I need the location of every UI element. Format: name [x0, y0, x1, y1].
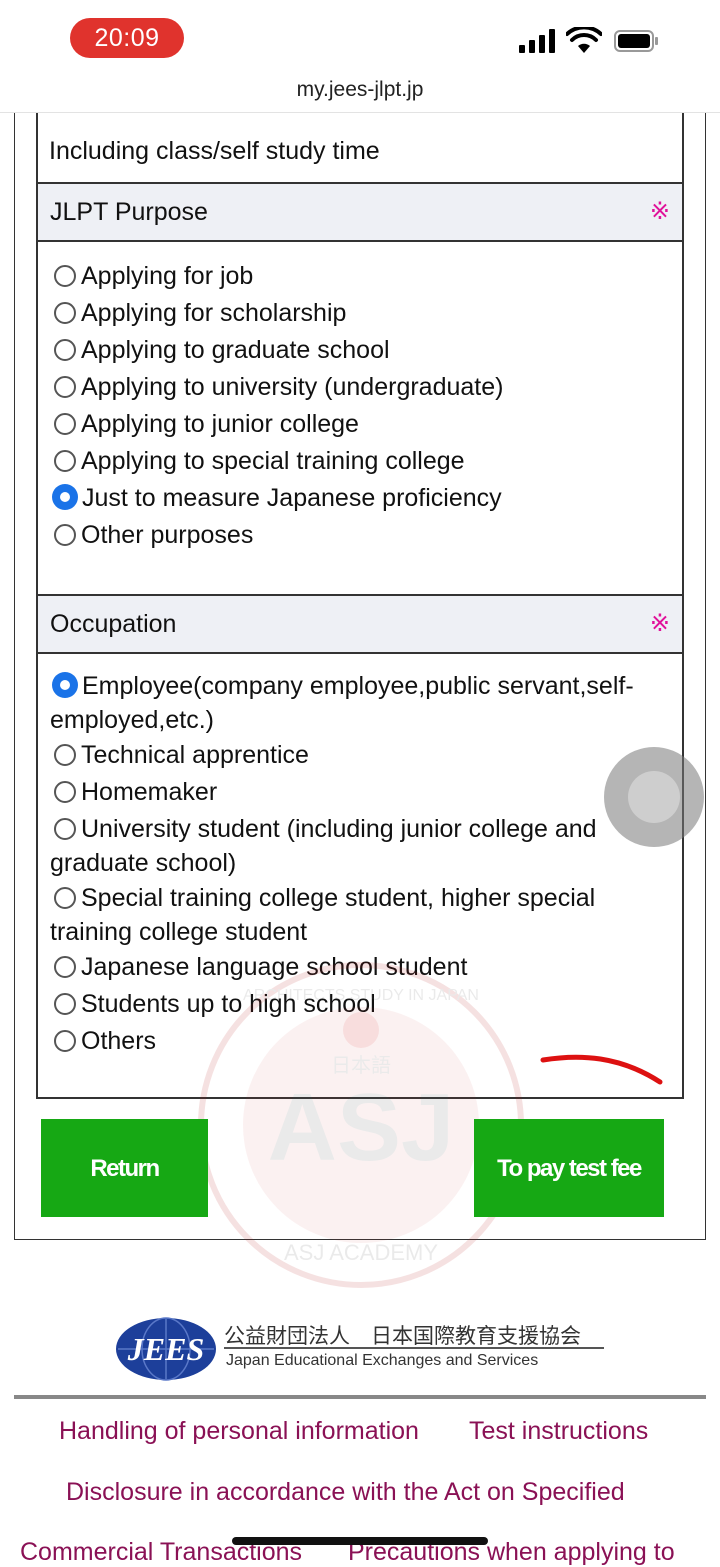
option-label: Special training college student, higher…: [50, 884, 596, 946]
radio-button[interactable]: [54, 1030, 76, 1052]
return-button[interactable]: Return: [41, 1119, 208, 1217]
option-label: Applying to graduate school: [81, 336, 390, 364]
wifi-icon: [566, 27, 602, 53]
purpose-option-measure-proficiency[interactable]: Just to measure Japanese proficiency: [50, 481, 680, 515]
radio-button[interactable]: [54, 887, 76, 909]
radio-button-selected[interactable]: [52, 484, 78, 510]
option-label: Applying to special training college: [81, 447, 465, 475]
required-mark: ※: [649, 610, 670, 637]
occupation-option-homemaker[interactable]: Homemaker: [50, 775, 680, 809]
occupation-option-special-training-student[interactable]: Special training college student, higher…: [50, 881, 680, 949]
jlpt-purpose-heading: JLPT Purpose: [50, 198, 208, 226]
cellular-signal-icon: [519, 29, 557, 53]
radio-button[interactable]: [54, 450, 76, 472]
required-mark: ※: [649, 198, 670, 225]
option-label: Applying to university (undergraduate): [81, 373, 504, 401]
occupation-option-apprentice[interactable]: Technical apprentice: [50, 738, 680, 772]
option-label: Just to measure Japanese proficiency: [82, 484, 502, 512]
purpose-option-university[interactable]: Applying to university (undergraduate): [50, 370, 680, 404]
option-label: Applying for job: [81, 262, 254, 290]
logo-divider: [224, 1347, 604, 1349]
address-bar[interactable]: my.jees-jlpt.jp: [0, 70, 720, 113]
watermark-ring-bottom: ASJ ACADEMY: [284, 1240, 438, 1265]
option-label: Applying to junior college: [81, 410, 359, 438]
status-time[interactable]: 20:09: [70, 18, 184, 58]
occupation-option-university-student[interactable]: University student (including junior col…: [50, 812, 680, 880]
link-personal-information[interactable]: Handling of personal information: [59, 1417, 419, 1446]
battery-icon: [614, 30, 658, 52]
option-label: Applying for scholarship: [81, 299, 347, 327]
purpose-option-graduate[interactable]: Applying to graduate school: [50, 333, 680, 367]
footer-divider: [14, 1395, 706, 1399]
study-time-note: Including class/self study time: [49, 137, 380, 165]
purpose-option-job[interactable]: Applying for job: [50, 259, 680, 293]
occupation-option-employee[interactable]: Employee(company employee,public servant…: [50, 669, 650, 737]
link-disclosure-act[interactable]: Disclosure in accordance with the Act on…: [66, 1478, 625, 1507]
radio-button[interactable]: [54, 376, 76, 398]
home-indicator[interactable]: [232, 1537, 488, 1545]
org-name-english: Japan Educational Exchanges and Services: [226, 1352, 539, 1369]
radio-button[interactable]: [54, 956, 76, 978]
option-label: Students up to high school: [81, 990, 376, 1018]
radio-button[interactable]: [54, 524, 76, 546]
status-bar: 20:09: [0, 0, 720, 70]
radio-button[interactable]: [54, 413, 76, 435]
jees-globe-icon: JEES: [116, 1317, 216, 1381]
pay-test-fee-button[interactable]: To pay test fee: [474, 1119, 664, 1217]
option-label: Technical apprentice: [81, 741, 309, 769]
option-label: Japanese language school student: [81, 953, 468, 981]
radio-button[interactable]: [54, 265, 76, 287]
option-label: University student (including junior col…: [50, 815, 597, 877]
radio-button[interactable]: [54, 339, 76, 361]
purpose-option-other[interactable]: Other purposes: [50, 518, 680, 552]
jees-logo[interactable]: JEES 公益財団法人 日本国際教育支援協会 Japan Educational…: [114, 1316, 606, 1386]
radio-button-selected[interactable]: [52, 672, 78, 698]
assistive-touch-button[interactable]: [604, 747, 704, 847]
purpose-option-junior-college[interactable]: Applying to junior college: [50, 407, 680, 441]
radio-button[interactable]: [54, 781, 76, 803]
radio-button[interactable]: [54, 744, 76, 766]
occupation-option-language-school[interactable]: Japanese language school student: [50, 950, 680, 984]
radio-button[interactable]: [54, 818, 76, 840]
jees-logo-mark: JEES: [127, 1331, 204, 1367]
option-label: Employee(company employee,public servant…: [50, 672, 634, 734]
purpose-option-special-training[interactable]: Applying to special training college: [50, 444, 680, 478]
purpose-option-scholarship[interactable]: Applying for scholarship: [50, 296, 680, 330]
jlpt-purpose-header: JLPT Purpose ※: [36, 182, 684, 242]
occupation-heading: Occupation: [50, 610, 177, 638]
option-label: Homemaker: [81, 778, 218, 806]
red-annotation-stroke: [540, 1054, 663, 1085]
radio-button[interactable]: [54, 993, 76, 1015]
option-label: Other purposes: [81, 521, 254, 549]
occupation-option-high-school[interactable]: Students up to high school: [50, 987, 680, 1021]
occupation-header: Occupation ※: [36, 594, 684, 654]
link-test-instructions[interactable]: Test instructions: [469, 1417, 648, 1446]
option-label: Others: [81, 1027, 157, 1055]
org-name-japanese: 公益財団法人 日本国際教育支援協会: [224, 1324, 581, 1348]
radio-button[interactable]: [54, 302, 76, 324]
